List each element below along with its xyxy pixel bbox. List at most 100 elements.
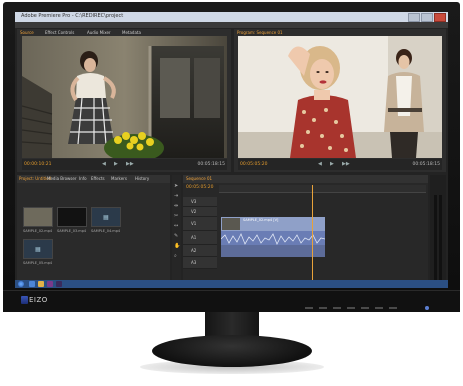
clip-label: SAMPLE_05.mp4 [23,261,53,265]
explorer-icon[interactable] [38,281,44,287]
meter-right-channel [439,195,442,280]
track-header[interactable]: A3 [183,257,217,269]
program-play-icon[interactable]: ▶ [330,161,334,167]
tab-media-browser[interactable]: Media Browser [47,176,77,181]
tab-effect-controls[interactable]: Effect Controls [45,30,74,35]
program-timecode-out: 00:05:18:15 [412,162,440,167]
start-button[interactable] [18,281,24,287]
brand-logo: EIZO [21,296,51,304]
track-label: A3 [191,260,197,265]
tab-info[interactable]: Info [79,176,87,181]
razor-tool-icon[interactable]: ✂ [174,213,178,219]
tab-sequence[interactable]: Sequence 01 [186,176,212,181]
clip-thumbnail[interactable]: ▦ [23,239,53,259]
clip-thumbnail[interactable] [57,207,87,227]
play-icon[interactable]: ▶ [114,161,118,167]
tools-panel: ➤ ⇥ ⇹ ✂ ↔ ✎ ✋ ⌕ [172,175,181,288]
source-video-frame [22,36,227,158]
program-timecode-in: 00:05:05:20 [240,162,268,167]
audio-waveform [220,233,326,245]
menu-bar: File Edit Project Clip Sequence Marker T… [15,22,448,38]
ripple-edit-tool-icon[interactable]: ⇹ [174,203,178,209]
source-frame-image [22,36,227,158]
step-back-icon[interactable]: ◀ [102,161,106,167]
app-title-bar: Adobe Premiere Pro - C:\REDIREC\project [15,12,448,22]
logo-text: EIZO [29,296,48,304]
time-ruler[interactable] [219,185,426,193]
program-step-forward-icon[interactable]: ▶▶ [342,161,350,167]
tab-audio-mixer[interactable]: Audio Mixer [87,30,111,35]
clip-label: SAMPLE_02.mp4 [23,229,53,233]
monitor-screen: Adobe Premiere Pro - C:\REDIREC\project … [15,12,448,288]
audio-clip[interactable] [220,231,326,245]
source-controls: 00:00:10:21 00:05:18:15 ◀ ▶ ▶▶ [22,159,227,170]
front-panel-button[interactable] [375,307,383,309]
tab-program[interactable]: Program: Sequence 01 [237,30,283,35]
clip-thumbnail [222,218,240,230]
meter-left-channel [434,195,437,280]
ie-icon[interactable] [29,281,35,287]
clip-thumbnail[interactable]: ▦ [91,207,121,227]
maximize-button[interactable] [421,13,433,22]
windows-taskbar [15,280,448,288]
program-monitor-panel: Program: Sequence 01 00:05:05:20 00:05:1… [234,29,446,172]
timeline-panel: Sequence 01 00:05:05:20 V3 V2 V1 A1 A2 A… [183,175,428,288]
media-icon[interactable] [47,281,53,287]
pen-tool-icon[interactable]: ✎ [174,233,178,239]
track-select-tool-icon[interactable]: ⇥ [174,193,178,199]
source-monitor-panel: Source Effect Controls Audio Mixer Metad… [17,29,231,172]
clip-thumbnail[interactable] [23,207,53,227]
front-panel-button[interactable] [347,307,355,309]
project-tab-bar: Project: Untitled Media Browser Info Eff… [17,175,170,183]
source-timecode-out: 00:05:18:15 [197,162,225,167]
hand-tool-icon[interactable]: ✋ [174,243,180,249]
window-title: Adobe Premiere Pro - C:\REDIREC\project [21,13,124,19]
sequence-icon: ▦ [103,214,109,221]
tab-source[interactable]: Source [20,30,34,35]
front-panel-button[interactable] [333,307,341,309]
front-panel-button[interactable] [389,307,397,309]
tab-markers[interactable]: Markers [111,176,127,181]
program-step-back-icon[interactable]: ◀ [318,161,322,167]
track-header[interactable]: V3 [183,197,217,207]
window-controls [408,13,446,22]
audio-meter [430,175,446,288]
program-controls: 00:05:05:20 00:05:18:15 ◀ ▶ ▶▶ [238,159,442,170]
track-header[interactable]: V1 [183,217,217,231]
program-video-frame [238,36,442,158]
selection-tool-icon[interactable]: ➤ [174,183,178,189]
front-panel-buttons [305,307,415,311]
track-label: A2 [191,248,197,253]
tab-metadata[interactable]: Metadata [122,30,141,35]
front-panel-button[interactable] [361,307,369,309]
track-header[interactable]: A2 [183,245,217,257]
tab-history[interactable]: History [135,176,149,181]
premiere-icon[interactable] [56,281,62,287]
front-panel-button[interactable] [305,307,313,309]
zoom-tool-icon[interactable]: ⌕ [174,253,177,259]
video-clip[interactable]: SAMPLE_02.mp4 [V] [221,217,325,231]
front-panel-button[interactable] [319,307,327,309]
eizo-logo-mark [21,296,28,304]
clip-label: SAMPLE_04.mp4 [91,229,121,233]
track-header[interactable]: A1 [183,231,217,245]
minimize-button[interactable] [408,13,420,22]
source-timecode-in: 00:00:10:21 [24,162,52,167]
audio-clip[interactable] [221,245,325,257]
close-button[interactable] [434,13,446,22]
clip-name: SAMPLE_02.mp4 [V] [243,218,279,222]
program-frame-image [238,36,442,158]
sequence-icon: ▦ [35,246,41,253]
track-label: A1 [191,235,197,240]
slip-tool-icon[interactable]: ↔ [174,223,178,229]
step-forward-icon[interactable]: ▶▶ [126,161,134,167]
track-header[interactable]: V2 [183,207,217,217]
timeline-timecode: 00:05:05:20 [186,185,214,190]
monitor-stand-base [152,335,312,367]
power-led[interactable] [425,306,429,310]
tab-effects[interactable]: Effects [91,176,105,181]
timeline-tab-bar: Sequence 01 [183,175,428,183]
track-label: V1 [191,221,197,226]
track-label: V3 [191,199,197,204]
playhead[interactable] [312,185,313,285]
